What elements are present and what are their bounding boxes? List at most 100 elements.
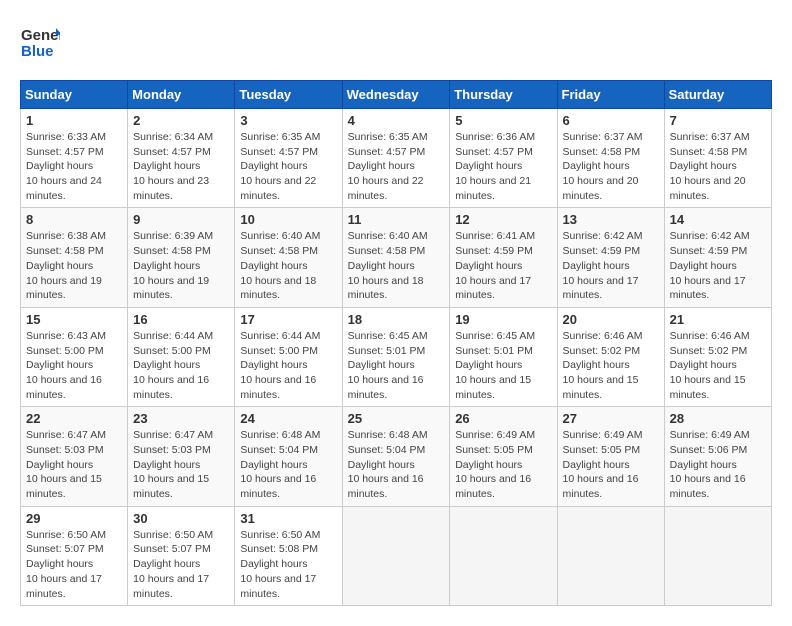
logo: General Blue bbox=[20, 20, 60, 64]
calendar-day-cell: 4 Sunrise: 6:35 AMSunset: 4:57 PMDaylight… bbox=[342, 109, 450, 208]
calendar-day-cell: 13Sunrise: 6:42 AMSunset: 4:59 PMDayligh… bbox=[557, 208, 664, 307]
calendar-header-row: SundayMondayTuesdayWednesdayThursdayFrid… bbox=[21, 81, 772, 109]
day-number: 4 bbox=[348, 113, 445, 128]
calendar-day-cell: 12Sunrise: 6:41 AMSunset: 4:59 PMDayligh… bbox=[450, 208, 557, 307]
day-info: Sunrise: 6:50 AMSunset: 5:07 PMDaylight … bbox=[26, 528, 122, 601]
day-info: Sunrise: 6:48 AMSunset: 5:04 PMDaylight … bbox=[348, 428, 445, 501]
day-number: 8 bbox=[26, 212, 122, 227]
weekday-header: Monday bbox=[128, 81, 235, 109]
day-info: Sunrise: 6:36 AMSunset: 4:57 PMDaylight … bbox=[455, 130, 551, 203]
calendar-day-cell bbox=[664, 506, 771, 605]
calendar-day-cell: 10 Sunrise: 6:40 AMSunset: 4:58 PMDayligh… bbox=[235, 208, 342, 307]
day-info: Sunrise: 6:49 AMSunset: 5:05 PMDaylight … bbox=[455, 428, 551, 501]
day-number: 20 bbox=[563, 312, 659, 327]
calendar-day-cell: 24 Sunrise: 6:48 AMSunset: 5:04 PMDayligh… bbox=[235, 407, 342, 506]
calendar-day-cell: 11Sunrise: 6:40 AMSunset: 4:58 PMDayligh… bbox=[342, 208, 450, 307]
day-number: 25 bbox=[348, 411, 445, 426]
calendar-week-row: 29Sunrise: 6:50 AMSunset: 5:07 PMDayligh… bbox=[21, 506, 772, 605]
calendar-day-cell: 21 Sunrise: 6:46 AMSunset: 5:02 PMDayligh… bbox=[664, 307, 771, 406]
weekday-header: Tuesday bbox=[235, 81, 342, 109]
page-header: General Blue bbox=[20, 20, 772, 64]
day-number: 27 bbox=[563, 411, 659, 426]
day-info: Sunrise: 6:49 AMSunset: 5:06 PMDaylight … bbox=[670, 428, 766, 501]
calendar-table: SundayMondayTuesdayWednesdayThursdayFrid… bbox=[20, 80, 772, 606]
calendar-day-cell: 23 Sunrise: 6:47 AMSunset: 5:03 PMDayligh… bbox=[128, 407, 235, 506]
day-info: Sunrise: 6:37 AMSunset: 4:58 PMDaylight … bbox=[563, 130, 659, 203]
day-info: Sunrise: 6:50 AMSunset: 5:07 PMDaylight … bbox=[133, 528, 229, 601]
day-number: 6 bbox=[563, 113, 659, 128]
calendar-day-cell bbox=[557, 506, 664, 605]
day-number: 2 bbox=[133, 113, 229, 128]
day-number: 5 bbox=[455, 113, 551, 128]
day-number: 26 bbox=[455, 411, 551, 426]
day-info: Sunrise: 6:45 AMSunset: 5:01 PMDaylight … bbox=[455, 329, 551, 402]
calendar-day-cell: 27 Sunrise: 6:49 AMSunset: 5:05 PMDayligh… bbox=[557, 407, 664, 506]
day-info: Sunrise: 6:40 AMSunset: 4:58 PMDaylight … bbox=[348, 229, 445, 302]
day-number: 1 bbox=[26, 113, 122, 128]
day-number: 18 bbox=[348, 312, 445, 327]
day-info: Sunrise: 6:47 AMSunset: 5:03 PMDaylight … bbox=[26, 428, 122, 501]
calendar-day-cell: 18 Sunrise: 6:45 AMSunset: 5:01 PMDayligh… bbox=[342, 307, 450, 406]
day-info: Sunrise: 6:48 AMSunset: 5:04 PMDaylight … bbox=[240, 428, 336, 501]
svg-text:Blue: Blue bbox=[21, 43, 54, 60]
day-info: Sunrise: 6:39 AMSunset: 4:58 PMDaylight … bbox=[133, 229, 229, 302]
day-info: Sunrise: 6:37 AMSunset: 4:58 PMDaylight … bbox=[670, 130, 766, 203]
logo-svg: General Blue bbox=[20, 20, 60, 64]
day-info: Sunrise: 6:45 AMSunset: 5:01 PMDaylight … bbox=[348, 329, 445, 402]
calendar-week-row: 22 Sunrise: 6:47 AMSunset: 5:03 PMDayligh… bbox=[21, 407, 772, 506]
day-number: 30 bbox=[133, 511, 229, 526]
calendar-day-cell: 31 Sunrise: 6:50 AMSunset: 5:08 PMDayligh… bbox=[235, 506, 342, 605]
calendar-day-cell: 15Sunrise: 6:43 AMSunset: 5:00 PMDayligh… bbox=[21, 307, 128, 406]
day-number: 16 bbox=[133, 312, 229, 327]
day-number: 10 bbox=[240, 212, 336, 227]
calendar-day-cell: 22 Sunrise: 6:47 AMSunset: 5:03 PMDayligh… bbox=[21, 407, 128, 506]
calendar-day-cell: 28 Sunrise: 6:49 AMSunset: 5:06 PMDayligh… bbox=[664, 407, 771, 506]
calendar-day-cell bbox=[342, 506, 450, 605]
day-info: Sunrise: 6:46 AMSunset: 5:02 PMDaylight … bbox=[670, 329, 766, 402]
calendar-week-row: 8 Sunrise: 6:38 AMSunset: 4:58 PMDaylight… bbox=[21, 208, 772, 307]
day-info: Sunrise: 6:43 AMSunset: 5:00 PMDaylight … bbox=[26, 329, 122, 402]
day-number: 7 bbox=[670, 113, 766, 128]
day-info: Sunrise: 6:35 AMSunset: 4:57 PMDaylight … bbox=[348, 130, 445, 203]
calendar-day-cell: 7 Sunrise: 6:37 AMSunset: 4:58 PMDaylight… bbox=[664, 109, 771, 208]
day-info: Sunrise: 6:38 AMSunset: 4:58 PMDaylight … bbox=[26, 229, 122, 302]
calendar-day-cell bbox=[450, 506, 557, 605]
calendar-body: 1Sunrise: 6:33 AMSunset: 4:57 PMDaylight… bbox=[21, 109, 772, 606]
calendar-day-cell: 9Sunrise: 6:39 AMSunset: 4:58 PMDaylight… bbox=[128, 208, 235, 307]
calendar-day-cell: 25 Sunrise: 6:48 AMSunset: 5:04 PMDayligh… bbox=[342, 407, 450, 506]
calendar-day-cell: 1Sunrise: 6:33 AMSunset: 4:57 PMDaylight… bbox=[21, 109, 128, 208]
day-number: 23 bbox=[133, 411, 229, 426]
calendar-day-cell: 14Sunrise: 6:42 AMSunset: 4:59 PMDayligh… bbox=[664, 208, 771, 307]
weekday-header: Wednesday bbox=[342, 81, 450, 109]
weekday-header: Friday bbox=[557, 81, 664, 109]
weekday-header: Thursday bbox=[450, 81, 557, 109]
day-number: 17 bbox=[240, 312, 336, 327]
day-info: Sunrise: 6:50 AMSunset: 5:08 PMDaylight … bbox=[240, 528, 336, 601]
day-number: 19 bbox=[455, 312, 551, 327]
calendar-day-cell: 30 Sunrise: 6:50 AMSunset: 5:07 PMDayligh… bbox=[128, 506, 235, 605]
day-number: 21 bbox=[670, 312, 766, 327]
day-number: 13 bbox=[563, 212, 659, 227]
day-info: Sunrise: 6:47 AMSunset: 5:03 PMDaylight … bbox=[133, 428, 229, 501]
calendar-day-cell: 5 Sunrise: 6:36 AMSunset: 4:57 PMDaylight… bbox=[450, 109, 557, 208]
day-info: Sunrise: 6:40 AMSunset: 4:58 PMDaylight … bbox=[240, 229, 336, 302]
day-number: 22 bbox=[26, 411, 122, 426]
weekday-header: Sunday bbox=[21, 81, 128, 109]
day-number: 28 bbox=[670, 411, 766, 426]
day-info: Sunrise: 6:35 AMSunset: 4:57 PMDaylight … bbox=[240, 130, 336, 203]
calendar-day-cell: 8 Sunrise: 6:38 AMSunset: 4:58 PMDaylight… bbox=[21, 208, 128, 307]
day-info: Sunrise: 6:34 AMSunset: 4:57 PMDaylight … bbox=[133, 130, 229, 203]
day-number: 24 bbox=[240, 411, 336, 426]
calendar-week-row: 1Sunrise: 6:33 AMSunset: 4:57 PMDaylight… bbox=[21, 109, 772, 208]
day-info: Sunrise: 6:49 AMSunset: 5:05 PMDaylight … bbox=[563, 428, 659, 501]
day-info: Sunrise: 6:42 AMSunset: 4:59 PMDaylight … bbox=[670, 229, 766, 302]
day-number: 31 bbox=[240, 511, 336, 526]
day-info: Sunrise: 6:44 AMSunset: 5:00 PMDaylight … bbox=[240, 329, 336, 402]
calendar-day-cell: 2 Sunrise: 6:34 AMSunset: 4:57 PMDaylight… bbox=[128, 109, 235, 208]
calendar-day-cell: 26 Sunrise: 6:49 AMSunset: 5:05 PMDayligh… bbox=[450, 407, 557, 506]
day-info: Sunrise: 6:44 AMSunset: 5:00 PMDaylight … bbox=[133, 329, 229, 402]
day-number: 3 bbox=[240, 113, 336, 128]
calendar-day-cell: 17 Sunrise: 6:44 AMSunset: 5:00 PMDayligh… bbox=[235, 307, 342, 406]
calendar-week-row: 15Sunrise: 6:43 AMSunset: 5:00 PMDayligh… bbox=[21, 307, 772, 406]
day-number: 12 bbox=[455, 212, 551, 227]
